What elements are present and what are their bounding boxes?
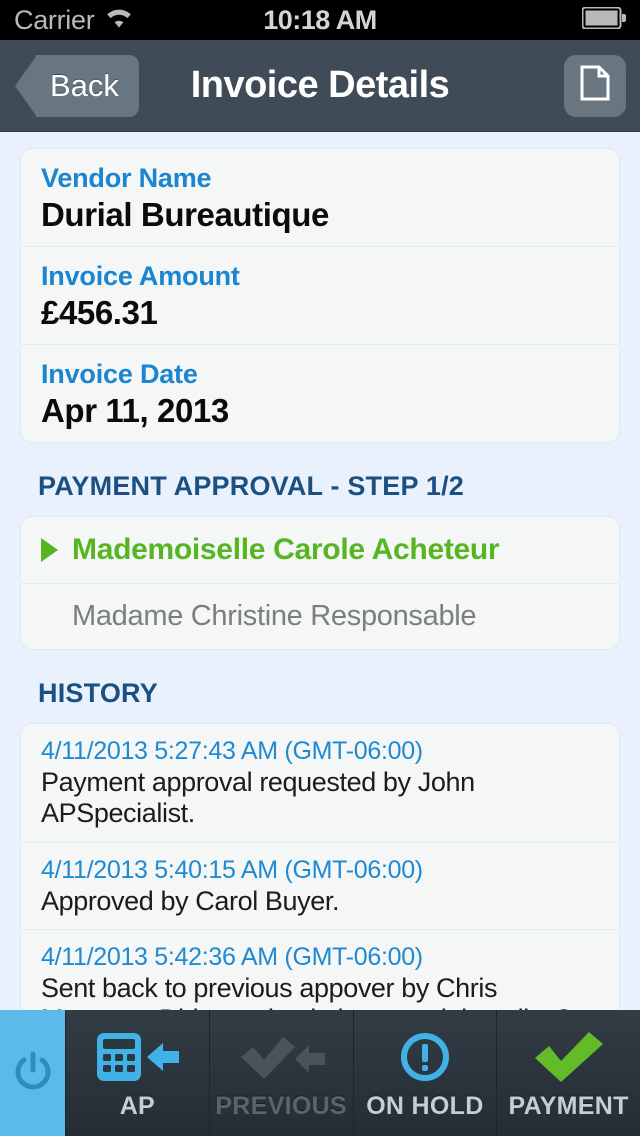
tab-label: PAYMENT <box>508 1091 629 1120</box>
field-label: Vendor Name <box>41 163 212 193</box>
field-value: Durial Bureautique <box>41 196 330 233</box>
history-timestamp: 4/11/2013 5:42:36 AM (GMT-06:00) <box>41 942 423 971</box>
navigation-bar: Back Invoice Details <box>0 40 640 132</box>
approvers-card: Mademoiselle Carole Acheteur Madame Chri… <box>20 516 620 650</box>
history-card: 4/11/2013 5:27:43 AM (GMT-06:00) Payment… <box>20 723 620 1010</box>
invoice-field-row: Vendor Name Durial Bureautique <box>21 149 619 247</box>
power-icon <box>11 1049 55 1098</box>
field-value: Apr 11, 2013 <box>41 392 229 429</box>
invoice-details-card: Vendor Name Durial Bureautique Invoice A… <box>20 148 620 443</box>
history-entry: 4/11/2013 5:40:15 AM (GMT-06:00) Approve… <box>21 843 619 930</box>
approver-row-current[interactable]: Mademoiselle Carole Acheteur <box>21 517 619 584</box>
current-approver-marker-icon <box>41 538 58 562</box>
history-entry: 4/11/2013 5:42:36 AM (GMT-06:00) Sent ba… <box>21 930 619 1010</box>
tab-label: AP <box>119 1091 156 1120</box>
check-icon <box>531 1026 607 1088</box>
status-bar-right <box>581 6 626 34</box>
tab-on-hold[interactable]: ON HOLD <box>352 1010 497 1136</box>
document-button[interactable] <box>564 54 626 117</box>
payment-approval-heading: PAYMENT APPROVAL - STEP 1/2 <box>38 471 465 501</box>
invoice-field-row: Invoice Amount £456.31 <box>21 247 619 345</box>
calculator-arrow-left-icon <box>91 1026 183 1088</box>
tab-payment[interactable]: PAYMENT <box>496 1010 640 1136</box>
approver-row-next[interactable]: Madame Christine Responsable <box>21 584 619 649</box>
status-bar-left: Carrier <box>14 5 134 36</box>
approver-name: Madame Christine Responsable <box>72 600 477 632</box>
battery-full-icon <box>581 6 626 34</box>
content-scroll-area[interactable]: Vendor Name Durial Bureautique Invoice A… <box>0 132 640 1010</box>
power-button[interactable] <box>0 1010 65 1136</box>
bottom-tab-bar: AP PREVIOUS ON HOLD PAYMENT <box>0 1010 640 1136</box>
wifi-icon <box>104 7 134 34</box>
history-entry: 4/11/2013 5:27:43 AM (GMT-06:00) Payment… <box>21 724 619 843</box>
history-timestamp: 4/11/2013 5:27:43 AM (GMT-06:00) <box>41 737 423 765</box>
history-heading: HISTORY <box>38 678 158 708</box>
back-button[interactable]: Back <box>15 54 139 117</box>
tab-previous[interactable]: PREVIOUS <box>208 1010 353 1136</box>
exclamation-circle-icon <box>397 1026 453 1088</box>
app-screen: Carrier 10:18 AM Back Invoice Details Ve… <box>0 0 640 1136</box>
field-label: Invoice Amount <box>41 261 240 291</box>
invoice-field-row: Invoice Date Apr 11, 2013 <box>21 345 619 442</box>
tab-label: PREVIOUS <box>215 1091 347 1120</box>
tab-label: ON HOLD <box>366 1091 484 1120</box>
history-timestamp: 4/11/2013 5:40:15 AM (GMT-06:00) <box>41 855 423 884</box>
field-label: Invoice Date <box>41 359 198 389</box>
field-value: £456.31 <box>41 294 158 331</box>
history-text: Sent back to previous appover by Chris M… <box>41 972 571 1010</box>
tab-ap[interactable]: AP <box>65 1010 209 1136</box>
document-icon <box>580 65 610 106</box>
history-text: Payment approval requested by John APSpe… <box>41 767 475 829</box>
carrier-label: Carrier <box>14 4 95 35</box>
status-bar: Carrier 10:18 AM <box>0 0 640 40</box>
history-text: Approved by Carol Buyer. <box>41 885 340 916</box>
check-arrow-left-icon <box>233 1026 329 1088</box>
approver-name: Mademoiselle Carole Acheteur <box>72 533 500 566</box>
back-button-label: Back <box>50 67 119 103</box>
